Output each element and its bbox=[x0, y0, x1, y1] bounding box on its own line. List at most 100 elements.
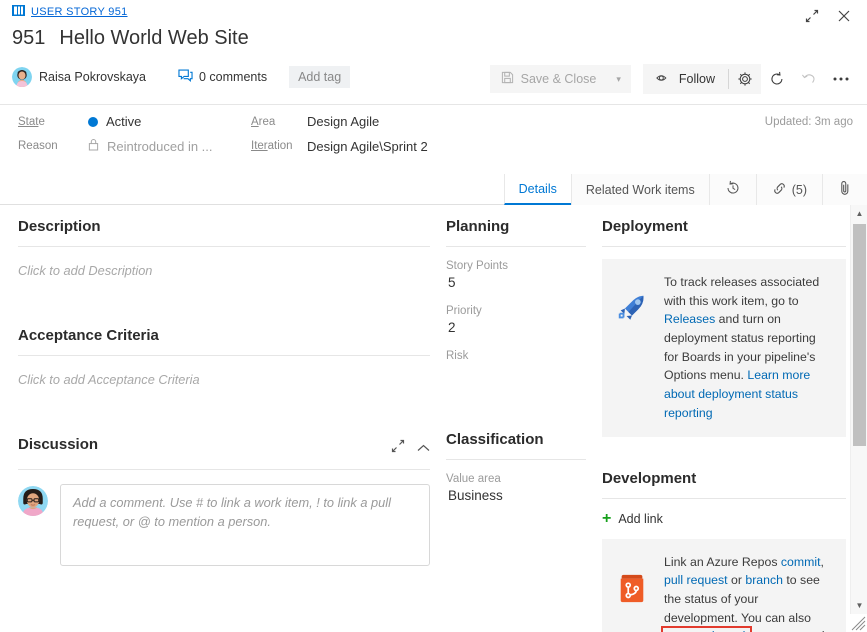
toolbar: Save & Close ▾ Follow bbox=[489, 64, 857, 94]
development-callout: Link an Azure Repos commit, pull request… bbox=[602, 538, 846, 632]
acceptance-criteria-rule bbox=[18, 355, 430, 356]
tab-bar: Details Related Work items (5) bbox=[0, 174, 867, 205]
assigned-to[interactable]: Raisa Pokrovskaya bbox=[12, 67, 146, 87]
iteration-label: Iteration bbox=[251, 140, 293, 152]
window-controls bbox=[799, 0, 867, 32]
breadcrumb[interactable]: USER STORY 951 bbox=[12, 5, 128, 19]
left-column: Description Click to add Description Acc… bbox=[18, 205, 430, 566]
header-divider bbox=[0, 104, 867, 105]
state-field[interactable]: Active bbox=[88, 114, 251, 129]
link-icon bbox=[772, 181, 787, 199]
risk-label: Risk bbox=[446, 350, 469, 362]
add-tag-button[interactable]: Add tag bbox=[289, 66, 351, 88]
updated-timestamp: Updated: 3m ago bbox=[764, 116, 853, 128]
development-text-3: or bbox=[727, 573, 746, 588]
save-close-group: Save & Close ▾ bbox=[489, 65, 631, 93]
save-icon bbox=[501, 71, 514, 87]
gear-icon[interactable] bbox=[729, 64, 761, 94]
tab-history[interactable] bbox=[708, 174, 756, 205]
deployment-callout: To track releases associated with this w… bbox=[602, 259, 846, 437]
state-value: Active bbox=[106, 114, 142, 129]
comment-row: Add a comment. Use # to link a work item… bbox=[18, 484, 430, 566]
add-link-button[interactable]: + Add link bbox=[602, 509, 846, 527]
comment-icon bbox=[178, 69, 193, 86]
breadcrumb-label[interactable]: USER STORY 951 bbox=[31, 6, 128, 18]
expand-button[interactable] bbox=[799, 3, 825, 29]
lock-icon bbox=[88, 138, 99, 154]
title-row: 951 Hello World Web Site bbox=[12, 27, 797, 50]
reason-field: Reintroduced in ... bbox=[88, 138, 251, 154]
releases-link[interactable]: Releases bbox=[664, 312, 715, 326]
comments-count[interactable]: 0 comments bbox=[178, 69, 267, 86]
reason-label: Reason bbox=[18, 140, 58, 152]
azure-repos-icon bbox=[612, 553, 652, 605]
work-item-id: 951 bbox=[12, 27, 46, 49]
acceptance-criteria-field[interactable]: Click to add Acceptance Criteria bbox=[18, 372, 430, 387]
page-title[interactable]: Hello World Web Site bbox=[59, 27, 248, 50]
comment-input[interactable]: Add a comment. Use # to link a work item… bbox=[60, 484, 430, 566]
priority-value[interactable]: 2 bbox=[446, 320, 586, 337]
scrollbar-thumb[interactable] bbox=[853, 224, 866, 446]
discussion-heading: Discussion bbox=[18, 436, 99, 453]
user-story-book-icon bbox=[12, 5, 25, 19]
tab-details-label: Details bbox=[518, 181, 557, 196]
acceptance-criteria-heading: Acceptance Criteria bbox=[18, 327, 159, 344]
save-options-caret[interactable]: ▾ bbox=[606, 68, 631, 91]
iteration-field[interactable]: Design Agile\Sprint 2 bbox=[307, 139, 428, 154]
discussion-rule bbox=[18, 469, 430, 470]
description-rule bbox=[18, 246, 430, 247]
tab-attachments[interactable] bbox=[822, 174, 867, 205]
priority-label: Priority bbox=[446, 305, 482, 317]
follow-button[interactable]: Follow bbox=[643, 66, 728, 93]
avatar bbox=[18, 486, 48, 516]
meta-row: Raisa Pokrovskaya 0 comments Add tag bbox=[12, 66, 351, 88]
follow-label: Follow bbox=[678, 72, 715, 86]
pull-request-link[interactable]: pull request bbox=[664, 573, 728, 587]
classification-rule bbox=[446, 459, 586, 460]
chevron-up-icon[interactable] bbox=[417, 440, 430, 458]
discussion-header: Discussion bbox=[18, 423, 430, 458]
refresh-icon[interactable] bbox=[761, 64, 793, 94]
branch-link[interactable]: branch bbox=[745, 573, 783, 587]
tab-links[interactable]: (5) bbox=[755, 174, 822, 205]
azure-pipelines-rocket-icon bbox=[612, 273, 652, 325]
save-close-button[interactable]: Save & Close bbox=[490, 65, 607, 93]
tab-details[interactable]: Details bbox=[503, 174, 571, 205]
plus-icon: + bbox=[602, 509, 612, 527]
description-field[interactable]: Click to add Description bbox=[18, 263, 430, 278]
risk-value[interactable] bbox=[446, 365, 586, 382]
assignee-name: Raisa Pokrovskaya bbox=[39, 70, 146, 84]
area-label: Area bbox=[251, 115, 276, 128]
value-area-value[interactable]: Business bbox=[446, 488, 586, 505]
scroll-up-button[interactable]: ▲ bbox=[851, 205, 867, 222]
description-heading: Description bbox=[18, 218, 101, 235]
area-field[interactable]: Design Agile bbox=[307, 114, 428, 129]
planning-heading: Planning bbox=[446, 218, 510, 235]
right-column: Deployment To track releases associated … bbox=[602, 205, 846, 632]
development-text: Link an Azure Repos commit, pull request… bbox=[660, 553, 832, 632]
ellipsis-icon[interactable] bbox=[825, 64, 857, 94]
story-points-label: Story Points bbox=[446, 260, 508, 272]
follow-group: Follow bbox=[642, 64, 761, 94]
vertical-scrollbar[interactable]: ▲ ▼ bbox=[850, 205, 867, 614]
close-button[interactable] bbox=[831, 3, 857, 29]
tab-related-label: Related Work items bbox=[585, 182, 695, 197]
follow-eye-icon bbox=[656, 72, 672, 87]
reason-value: Reintroduced in ... bbox=[107, 138, 213, 154]
save-close-label: Save & Close bbox=[520, 72, 597, 86]
undo-icon bbox=[793, 64, 825, 94]
resize-grip[interactable] bbox=[850, 615, 866, 631]
tab-related-work-items[interactable]: Related Work items bbox=[570, 174, 709, 205]
value-area-label: Value area bbox=[446, 473, 501, 485]
development-text-1: Link an Azure Repos bbox=[664, 554, 781, 569]
expand-icon[interactable] bbox=[391, 439, 405, 458]
development-rule bbox=[602, 497, 846, 499]
scroll-down-button[interactable]: ▼ bbox=[851, 597, 867, 614]
deployment-heading: Deployment bbox=[602, 218, 688, 235]
avatar bbox=[12, 67, 32, 87]
iteration-value: Design Agile\Sprint 2 bbox=[307, 138, 428, 154]
commit-link[interactable]: commit bbox=[781, 555, 821, 569]
deployment-text-1: To track releases associated with this w… bbox=[664, 275, 820, 308]
story-points-value[interactable]: 5 bbox=[446, 275, 586, 292]
deployment-text: To track releases associated with this w… bbox=[664, 273, 832, 423]
